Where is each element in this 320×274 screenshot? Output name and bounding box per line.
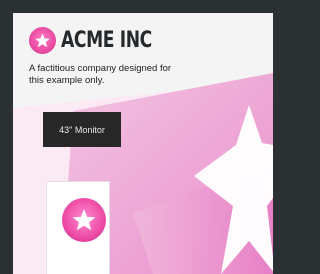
product-logo-icon (62, 198, 106, 242)
viewport-frame: ACME INC A factitious company designed f… (0, 0, 273, 274)
product-label-chip[interactable]: 43" Monitor (43, 112, 121, 147)
page-canvas: ACME INC A factitious company designed f… (13, 13, 273, 274)
brand-tagline: A factitious company designed for this e… (29, 63, 172, 86)
product-card[interactable] (46, 181, 110, 274)
star-icon (35, 33, 50, 48)
star-icon (72, 209, 96, 231)
brand-header: ACME INC (29, 27, 178, 54)
brand-name: ACME INC (61, 28, 152, 53)
brand-logo-icon (29, 27, 56, 54)
